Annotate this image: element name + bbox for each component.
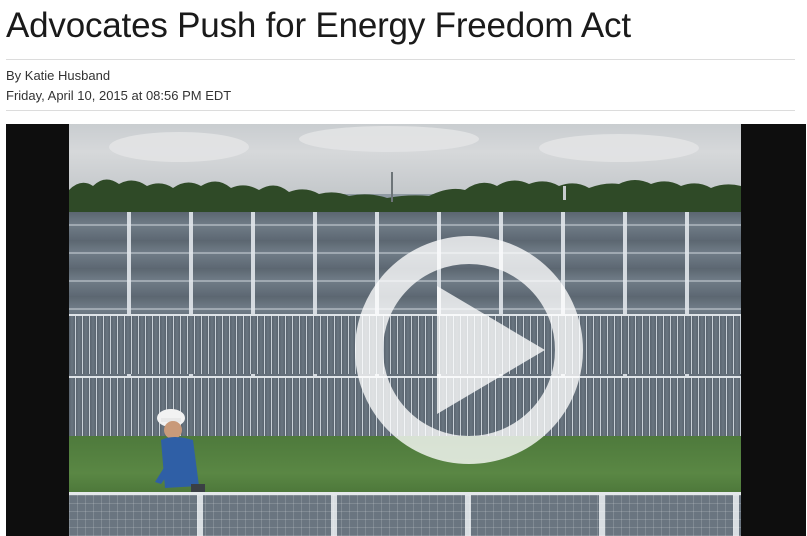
divider [6,110,795,111]
article-byline: By Katie Husband [6,68,111,83]
solar-panel-foreground [69,492,741,536]
video-thumbnail [69,124,741,536]
cloud [539,134,699,162]
article-dateline: Friday, April 10, 2015 at 08:56 PM EDT [6,88,232,103]
divider [6,59,795,60]
cloud [299,126,479,152]
worker-figure [155,409,205,496]
video-player[interactable] [6,124,806,536]
article-headline: Advocates Push for Energy Freedom Act [6,6,631,45]
play-button[interactable] [355,236,583,464]
cloud [109,132,249,162]
play-icon [437,286,545,414]
